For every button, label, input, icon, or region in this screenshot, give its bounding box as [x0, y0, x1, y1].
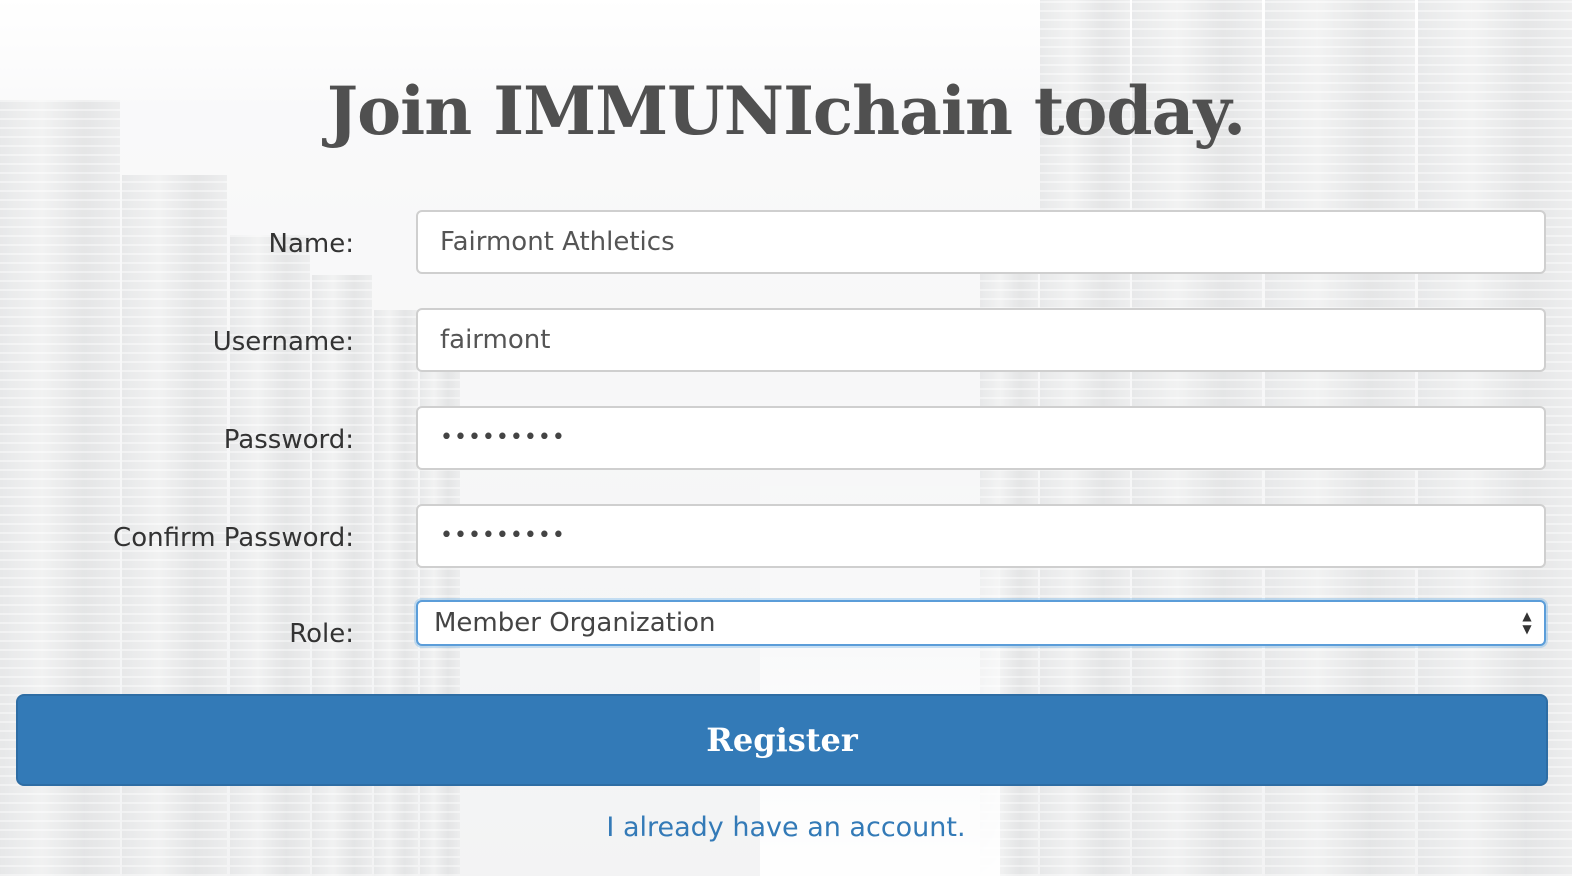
- select-arrows-icon: ▲ ▼: [1522, 609, 1532, 636]
- username-label: Username:: [212, 327, 354, 357]
- username-input[interactable]: fairmont: [416, 308, 1546, 372]
- password-label: Password:: [223, 425, 354, 455]
- role-label: Role:: [289, 619, 354, 649]
- password-row: Password: •••••••••: [0, 406, 1572, 474]
- confirm-password-label: Confirm Password:: [113, 523, 354, 553]
- role-row: Role: Member Organization ▲ ▼: [0, 600, 1572, 668]
- username-row: Username: fairmont: [0, 308, 1572, 376]
- role-selected-value: Member Organization: [434, 608, 716, 638]
- name-input[interactable]: Fairmont Athletics: [416, 210, 1546, 274]
- confirm-password-input[interactable]: •••••••••: [416, 504, 1546, 568]
- register-button[interactable]: Register: [16, 694, 1548, 786]
- name-row: Name: Fairmont Athletics: [0, 210, 1572, 278]
- page-title: Join IMMUNIchain today.: [326, 72, 1246, 150]
- role-select[interactable]: Member Organization ▲ ▼: [416, 600, 1546, 646]
- login-link[interactable]: I already have an account.: [0, 812, 1572, 843]
- confirm-password-row: Confirm Password: •••••••••: [0, 504, 1572, 572]
- password-input[interactable]: •••••••••: [416, 406, 1546, 470]
- name-label: Name:: [268, 229, 354, 259]
- register-page: Join IMMUNIchain today. Name: Fairmont A…: [0, 0, 1572, 876]
